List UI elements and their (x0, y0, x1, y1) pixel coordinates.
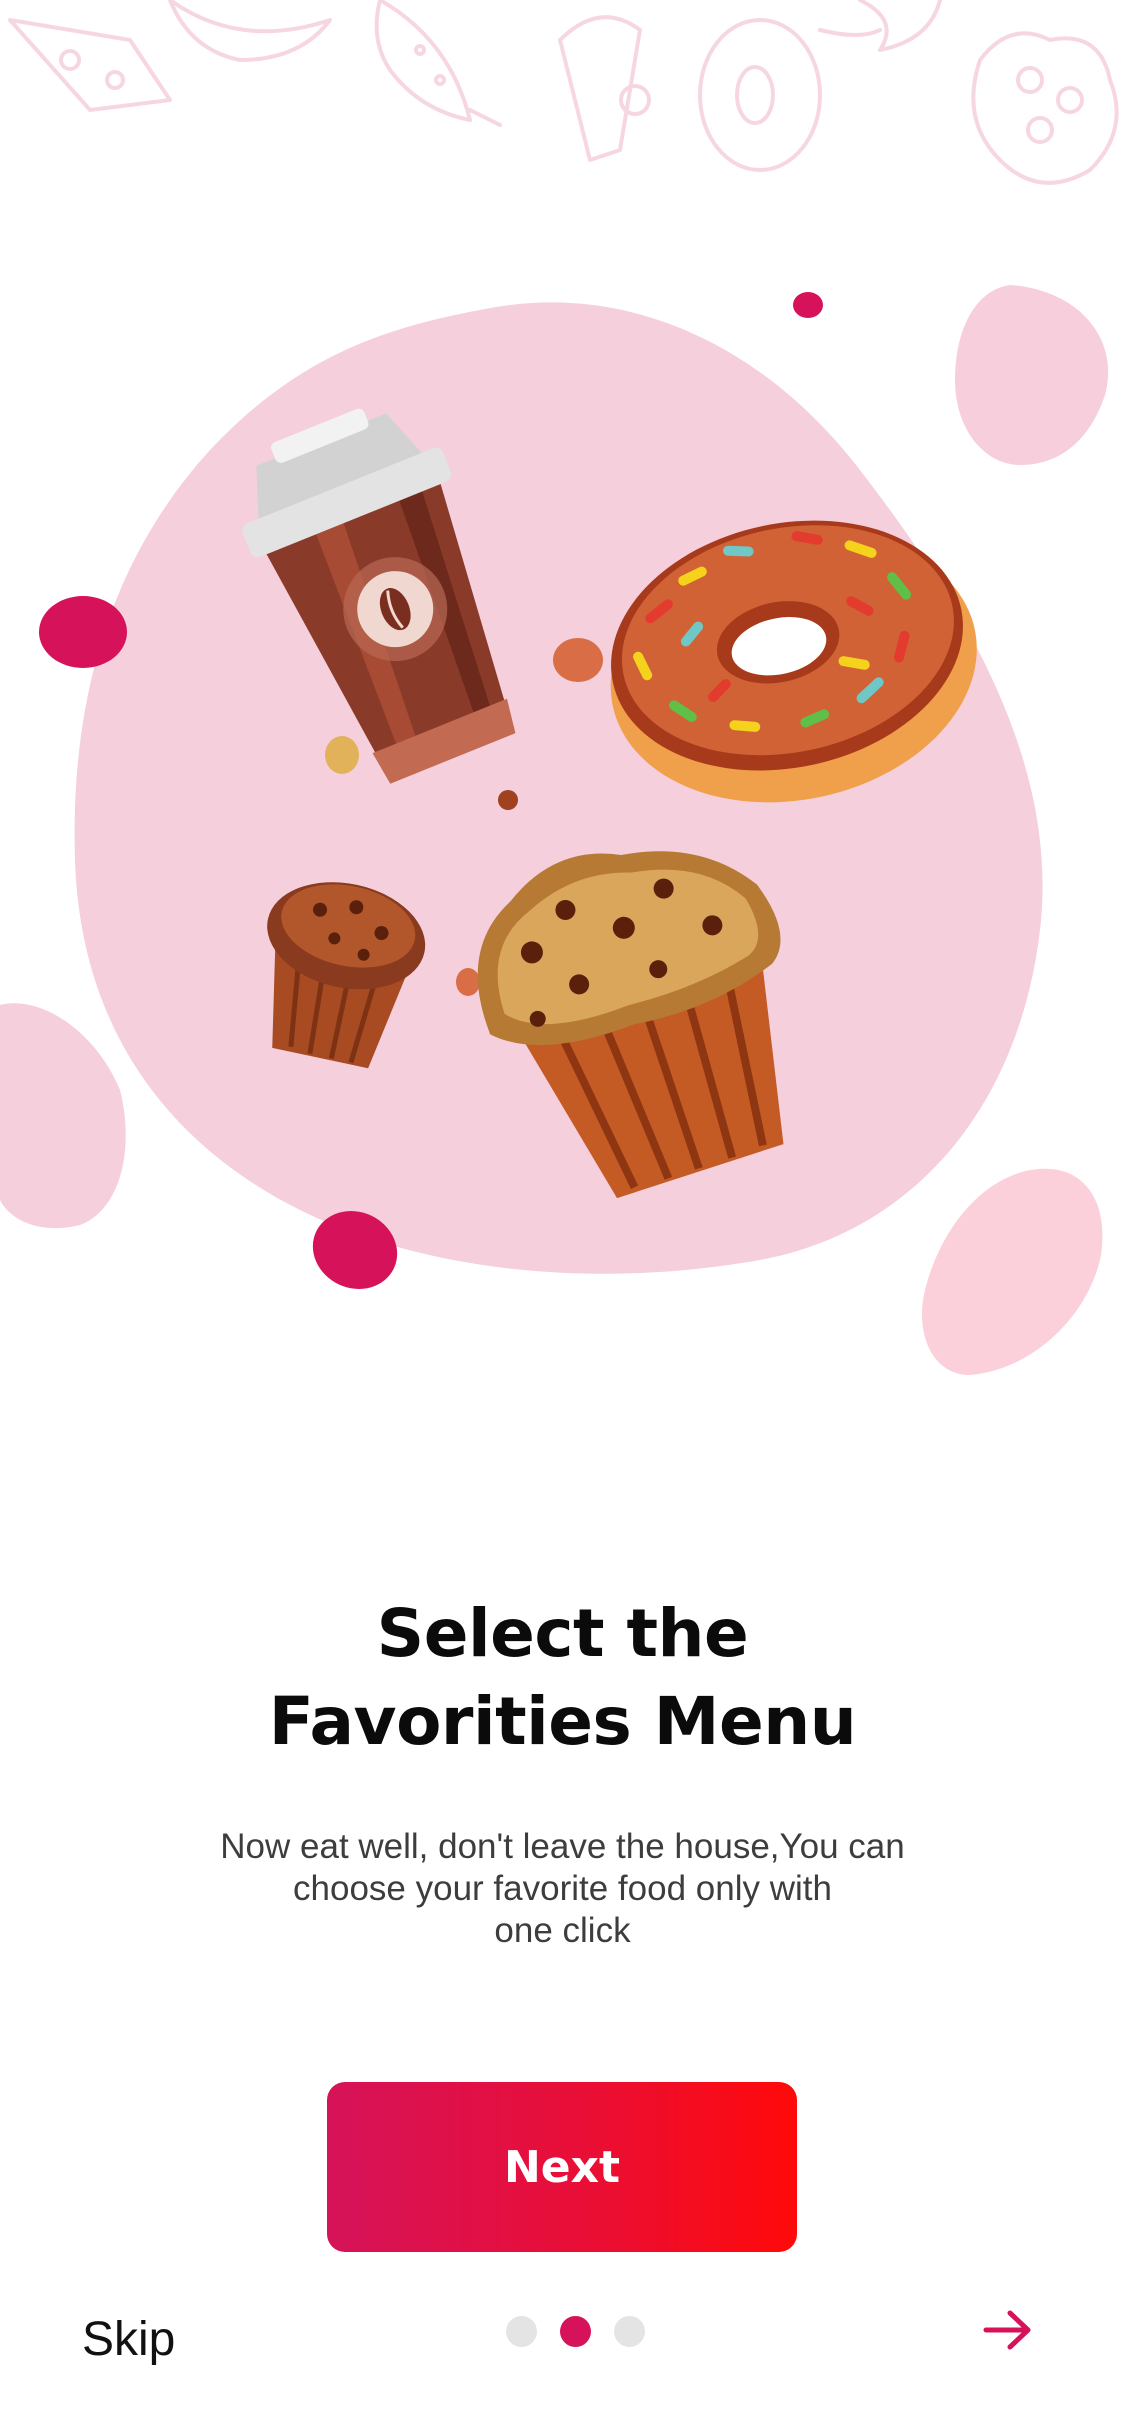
next-button-label: Next (503, 2141, 621, 2193)
food-doodle-pattern (8, 0, 1119, 185)
title-line-1: Select the (376, 1595, 749, 1672)
blob-bottom-right (922, 1168, 1103, 1375)
blob-left (0, 1003, 126, 1229)
page-title: Select the Favorities Menu (0, 1590, 1125, 1766)
page-indicator (506, 2315, 646, 2347)
page-description: Now eat well, don't leave the house,You … (0, 1826, 1125, 1952)
blob-top-right (955, 285, 1109, 465)
page-dot-1[interactable] (506, 2315, 537, 2347)
page-dot-3[interactable] (614, 2315, 645, 2347)
crimson-blob-left (39, 596, 127, 668)
hero-illustration (0, 285, 1109, 1375)
onboarding-screen: Select the Favorities Menu Now eat well,… (0, 0, 1125, 2436)
crimson-dot-top (793, 292, 823, 318)
title-line-2: Favorities Menu (268, 1683, 857, 1760)
next-arrow-button[interactable] (976, 2298, 1040, 2362)
description-line-2: choose your favorite food only with (293, 1869, 832, 1908)
description-line-1: Now eat well, don't leave the house,You … (220, 1827, 905, 1866)
background-blob (74, 302, 1043, 1274)
skip-button[interactable]: Skip (82, 2300, 175, 2380)
description-line-3: one click (494, 1911, 631, 1950)
next-button[interactable]: Next (327, 2082, 797, 2252)
arrow-right-icon (983, 2310, 1031, 2350)
page-dot-2-active[interactable] (560, 2315, 591, 2347)
